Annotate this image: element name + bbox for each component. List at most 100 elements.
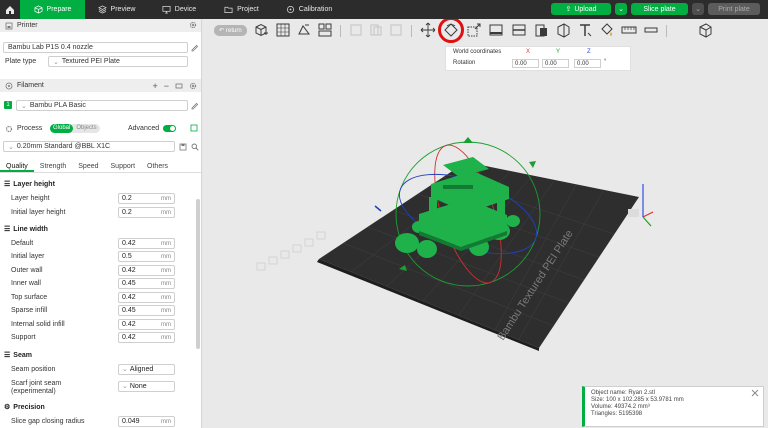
close-icon[interactable] xyxy=(751,389,759,397)
object-triangles-text: Triangles: 5195398 xyxy=(591,411,643,417)
print-plate-button[interactable]: Print plate xyxy=(708,3,760,15)
param-outer-wall-input[interactable]: 0.42 mm xyxy=(118,265,175,276)
sidebar-scrollbar[interactable] xyxy=(196,199,200,349)
advanced-toggle[interactable] xyxy=(163,125,176,132)
param-internal-solid-infill-input[interactable]: 0.42 mm xyxy=(118,319,175,330)
3d-viewport[interactable]: ↶ return World coordinates X Y Z Rotatio… xyxy=(203,19,768,428)
tab-calibration[interactable]: Calibration xyxy=(273,0,345,19)
filament-section-header: Filament + − xyxy=(0,79,201,92)
param-initial-layer-label: Initial layer xyxy=(11,253,45,260)
cube-icon xyxy=(34,5,43,14)
chevron-down-icon: ⌄ xyxy=(618,6,624,13)
layers-icon: ☰ xyxy=(4,181,11,188)
param-layer-height-label: Layer height xyxy=(11,195,50,202)
param-inner-wall-input[interactable]: 0.45 mm xyxy=(118,278,175,289)
filament-select-value: Bambu PLA Basic xyxy=(29,102,86,109)
tab-preview[interactable]: Preview xyxy=(85,0,148,19)
tab-prepare[interactable]: Prepare xyxy=(20,0,85,19)
y-axis-line xyxy=(642,216,652,227)
search-icon[interactable] xyxy=(191,143,199,151)
param-seam-position-select[interactable]: ⌄ Aligned xyxy=(118,364,175,375)
scene-canvas: Bambu Textured PEI Plate xyxy=(256,137,654,351)
param-support-input[interactable]: 0.42 mm xyxy=(118,332,175,343)
process-scope-toggle[interactable]: Global Objects xyxy=(50,124,100,133)
tab-project[interactable]: Project xyxy=(210,0,273,19)
gizmo-arrow-blue[interactable] xyxy=(374,205,382,212)
param-top-surface-input[interactable]: 0.42 mm xyxy=(118,292,175,303)
seam-icon: ☰ xyxy=(4,352,11,359)
folder-icon xyxy=(224,6,233,14)
slice-dropdown-button[interactable]: ⌄ xyxy=(615,3,627,15)
chevron-down-icon: ⌄ xyxy=(8,143,14,151)
plate-type-value: Textured PEI Plate xyxy=(61,58,120,65)
precision-icon: ⚙ xyxy=(4,404,11,411)
tab-strength[interactable]: Strength xyxy=(34,160,72,172)
line-width-icon: ☰ xyxy=(4,226,11,233)
chevron-down-icon: ⌄ xyxy=(122,366,128,373)
param-sparse-infill-input[interactable]: 0.45 mm xyxy=(118,305,175,316)
param-layer-height-input[interactable]: 0.2 mm xyxy=(118,193,175,204)
tab-device[interactable]: Device xyxy=(148,0,210,19)
param-initial-layer-input[interactable]: 0.5 mm xyxy=(118,251,175,262)
param-slice-gap-label: Slice gap closing radius xyxy=(11,418,85,425)
slice-plate-button[interactable]: Slice plate xyxy=(631,3,688,15)
param-top-surface-label: Top surface xyxy=(11,294,48,301)
filament-section-title: Filament xyxy=(17,82,44,89)
upload-button[interactable]: ⇪ Upload xyxy=(551,3,611,15)
line-width-group-title: ☰ Line width xyxy=(4,225,48,234)
param-seam-position-label: Seam position xyxy=(11,366,56,373)
gear-icon[interactable] xyxy=(189,82,197,90)
object-name-text: Object name: Ryan 2.stl xyxy=(591,390,656,396)
settings-sidebar: Printer Bambu Lab P1S 0.4 nozzle Plate t… xyxy=(0,19,202,428)
gizmo-handle-right[interactable] xyxy=(529,161,536,168)
process-preset-select[interactable]: ⌄ 0.20mm Standard @BBL X1C xyxy=(3,141,175,152)
plate-side-buttons[interactable] xyxy=(256,231,326,271)
param-sparse-infill-label: Sparse infill xyxy=(11,307,48,314)
plate-type-select[interactable]: ⌄ Textured PEI Plate xyxy=(48,56,188,67)
param-scarf-joint-select[interactable]: ⌄ None xyxy=(118,381,175,392)
filament-slot-badge[interactable]: 1 xyxy=(4,101,12,109)
print-plate-label: Print plate xyxy=(718,5,750,13)
add-icon[interactable]: + xyxy=(152,81,157,91)
tab-quality[interactable]: Quality xyxy=(0,160,34,172)
tab-preview-label: Preview xyxy=(110,6,136,13)
param-slice-gap-input[interactable]: 0.049 mm xyxy=(118,416,175,427)
gizmo-handle-top[interactable] xyxy=(463,137,473,143)
printer-section-header: Printer xyxy=(0,19,201,32)
print-dropdown-button[interactable]: ⌄ xyxy=(692,3,704,15)
printer-select-value: Bambu Lab P1S 0.4 nozzle xyxy=(8,44,93,51)
filament-select[interactable]: ⌄ Bambu PLA Basic xyxy=(16,100,188,111)
edit-icon[interactable] xyxy=(191,44,199,52)
upload-label: Upload xyxy=(574,5,597,13)
precision-group-title: ⚙ Precision xyxy=(4,403,45,412)
home-icon[interactable] xyxy=(0,0,20,19)
sync-ams-icon[interactable] xyxy=(175,82,183,90)
param-default-input[interactable]: 0.42 mm xyxy=(118,238,175,249)
filament-slot-number: 1 xyxy=(6,102,10,108)
param-support-label: Support xyxy=(11,334,36,341)
param-default-label: Default xyxy=(11,240,34,247)
tab-support[interactable]: Support xyxy=(105,160,142,172)
tab-speed[interactable]: Speed xyxy=(72,160,104,172)
chevron-down-icon: ⌄ xyxy=(53,58,59,66)
tab-others[interactable]: Others xyxy=(141,160,174,172)
gear-icon[interactable] xyxy=(189,21,197,29)
scope-global[interactable]: Global xyxy=(50,124,74,133)
remove-icon[interactable]: − xyxy=(164,81,169,91)
compare-icon[interactable] xyxy=(190,124,198,132)
object-volume-text: Volume: 49374.2 mm³ xyxy=(591,404,650,410)
printer-select[interactable]: Bambu Lab P1S 0.4 nozzle xyxy=(3,42,188,53)
layer-height-group-title: ☰ Layer height xyxy=(4,180,55,189)
scope-objects[interactable]: Objects xyxy=(73,124,99,133)
param-outer-wall-label: Outer wall xyxy=(11,267,43,274)
tab-project-label: Project xyxy=(237,6,259,13)
plate-corner-marker xyxy=(628,209,639,217)
save-icon[interactable] xyxy=(179,143,187,151)
monitor-icon xyxy=(162,5,171,14)
param-scarf-joint-label-2: (experimental) xyxy=(11,388,56,395)
edit-icon[interactable] xyxy=(191,102,199,110)
param-initial-layer-height-input[interactable]: 0.2 mm xyxy=(118,207,175,218)
param-initial-layer-height-label: Initial layer height xyxy=(11,209,66,216)
upload-icon: ⇪ xyxy=(565,6,572,13)
plate-type-label: Plate type xyxy=(5,58,37,65)
